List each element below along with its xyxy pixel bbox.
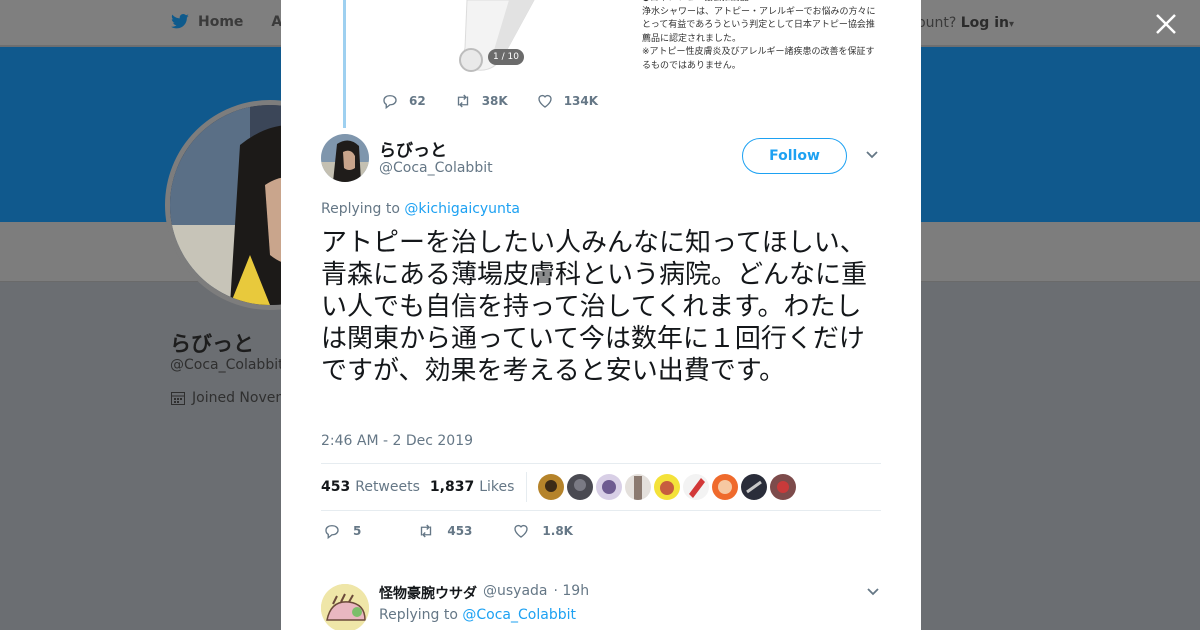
calendar-icon — [171, 392, 185, 405]
close-icon — [1156, 14, 1176, 34]
chevron-down-icon[interactable] — [866, 585, 880, 599]
conversation-thread-line — [343, 0, 346, 128]
reply-replying-link[interactable]: @Coca_Colabbit — [462, 607, 576, 623]
reply-author-avatar[interactable] — [321, 584, 369, 630]
login-link[interactable]: Log in — [961, 15, 1009, 31]
image-counter: 1 / 10 — [488, 49, 524, 65]
twitter-bird-icon — [171, 14, 189, 29]
reply-count: 5 — [353, 524, 362, 538]
liker-avatar[interactable] — [712, 474, 739, 500]
image-caption-text: ●日本アトピー協会推薦品 浄水シャワーは、アトピー・アレルギーでお悩みの方々にと… — [642, 0, 876, 71]
parent-like-button[interactable]: 134K — [536, 92, 598, 110]
profile-name: らびっと — [170, 332, 254, 356]
parent-reply-button[interactable]: 62 — [381, 92, 426, 110]
profile-handle: @Coca_Colabbit — [170, 357, 284, 373]
nav-home-label: Home — [198, 14, 244, 30]
parent-retweet-button[interactable]: 38K — [454, 92, 508, 110]
liker-avatar[interactable] — [596, 474, 623, 500]
liker-avatar[interactable] — [567, 474, 594, 500]
chevron-down-icon[interactable] — [865, 148, 879, 162]
like-stat-count: 1,837 — [429, 479, 475, 495]
tweet-stats: 453 Retweets 1,837 Likes — [321, 463, 881, 511]
retweet-stat[interactable]: 453 Retweets — [321, 479, 420, 495]
stats-divider — [526, 472, 528, 502]
liker-avatar[interactable] — [654, 474, 681, 500]
tweet-text: アトピーを治したい人みんなに知ってほしい、青森にある薄場皮膚科という病院。どんな… — [321, 228, 868, 386]
shower-head-image — [459, 0, 535, 72]
liker-avatar[interactable] — [741, 474, 768, 500]
profile-joined-text: Joined Novem — [192, 390, 289, 406]
like-stat-label: Likes — [479, 479, 515, 495]
parent-like-count: 134K — [563, 94, 599, 108]
like-count: 1.8K — [542, 524, 573, 538]
retweet-icon — [421, 524, 432, 538]
tweet-actions: 5 453 1.8K — [323, 522, 573, 540]
replying-to-label: Replying to — [321, 201, 400, 217]
replying-to-link[interactable]: @kichigaicyunta — [404, 201, 520, 217]
liker-avatar[interactable] — [538, 474, 565, 500]
reply-button[interactable]: 5 — [323, 522, 385, 540]
reply-replying-to-line: Replying to @Coca_Colabbit — [379, 607, 576, 623]
parent-tweet-actions: 62 38K 134K — [381, 92, 598, 110]
author-handle[interactable]: @Coca_Colabbit — [379, 160, 493, 176]
reply-icon — [383, 95, 397, 110]
author-name[interactable]: らびっと — [379, 136, 447, 161]
reply-author-handle[interactable]: @usyada — [483, 583, 548, 603]
heart-icon — [538, 94, 552, 108]
reply-icon — [325, 525, 339, 540]
parent-reply-count: 62 — [409, 94, 426, 108]
replying-to-line: Replying to @kichigaicyunta — [321, 201, 520, 217]
retweet-icon — [457, 94, 468, 108]
retweet-stat-label: Retweets — [355, 479, 420, 495]
liker-avatars — [538, 474, 797, 500]
close-modal-button[interactable] — [1150, 8, 1182, 40]
tweet-modal: 1 / 10 ●日本アトピー協会推薦品 浄水シャワーは、アトピー・アレルギーでお… — [281, 0, 921, 630]
nav-home-link[interactable]: Home — [170, 14, 243, 30]
reply-time[interactable]: · 19h — [554, 583, 590, 603]
liker-avatar[interactable] — [625, 474, 652, 500]
tweet-timestamp[interactable]: 2:46 AM - 2 Dec 2019 — [321, 433, 473, 449]
reply-author-name[interactable]: 怪物豪腕ウサダ — [379, 583, 477, 603]
profile-joined: Joined Novem — [170, 390, 289, 406]
retweet-count: 453 — [447, 524, 473, 538]
follow-button[interactable]: Follow — [742, 138, 847, 174]
login-caret-icon[interactable]: ▾ — [1009, 19, 1014, 30]
heart-icon — [514, 524, 529, 538]
liker-avatar[interactable] — [683, 474, 710, 500]
liker-avatar[interactable] — [770, 474, 797, 500]
parent-retweet-count: 38K — [481, 94, 508, 108]
like-button[interactable]: 1.8K — [512, 522, 573, 540]
reply-header: 怪物豪腕ウサダ @usyada · 19h — [379, 583, 589, 603]
author-avatar-image — [321, 134, 369, 182]
author-avatar[interactable] — [321, 134, 369, 182]
reply-replying-label: Replying to — [379, 607, 458, 623]
retweet-stat-count: 453 — [321, 479, 351, 495]
parent-tweet-image[interactable]: 1 / 10 ●日本アトピー協会推薦品 浄水シャワーは、アトピー・アレルギーでお… — [359, 0, 879, 82]
retweet-button[interactable]: 453 — [417, 522, 480, 540]
like-stat[interactable]: 1,837 Likes — [430, 479, 515, 495]
reply-avatar-image — [321, 584, 369, 630]
